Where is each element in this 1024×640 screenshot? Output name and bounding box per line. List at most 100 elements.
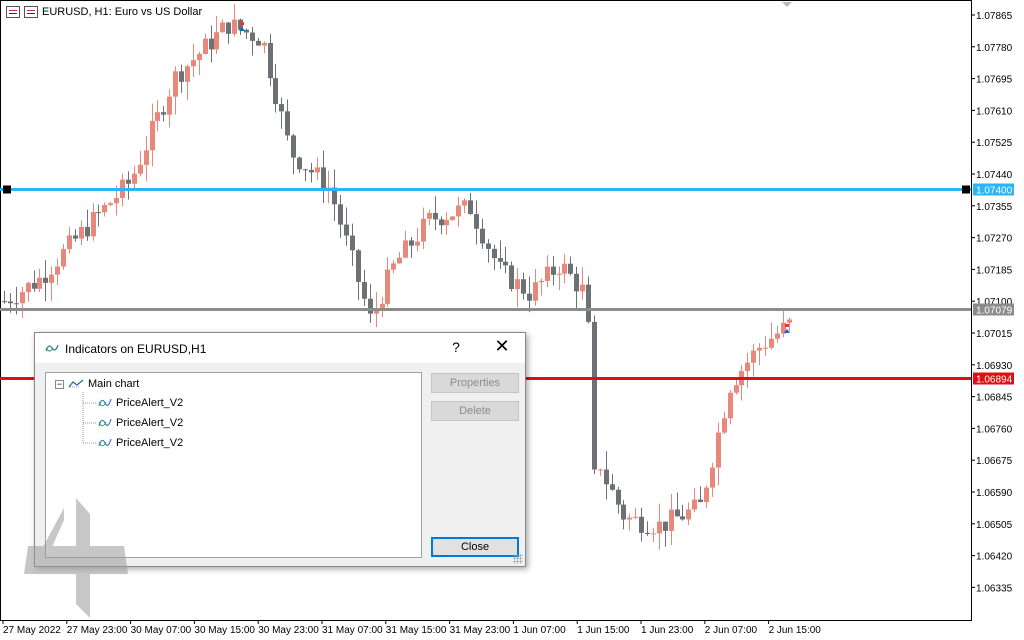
price-axis-label: 1.06675	[976, 456, 1013, 467]
candle-body	[268, 42, 273, 79]
help-button[interactable]: ?	[449, 339, 463, 355]
candle-body	[144, 150, 149, 165]
dialog-title: Indicators on EURUSD,H1	[65, 342, 207, 356]
candle-body	[209, 38, 214, 50]
candle-body	[409, 240, 414, 246]
candle-body	[126, 179, 131, 184]
candle-body	[728, 392, 733, 419]
candle-body	[232, 19, 237, 34]
chart-header: EURUSD, H1: Euro vs US Dollar	[6, 6, 202, 18]
candle-body	[651, 533, 656, 535]
candle-body	[132, 173, 137, 184]
candle-body	[179, 71, 184, 82]
candle-body	[527, 293, 532, 301]
candle-body	[562, 263, 567, 274]
price-axis-label: 1.06760	[976, 424, 1013, 435]
price-axis-label: 1.07185	[976, 265, 1013, 276]
candle-body	[539, 280, 544, 283]
candle-body	[2, 301, 7, 303]
candle-body	[663, 521, 668, 531]
candle-body	[37, 277, 42, 289]
tree-item-indicator[interactable]: PriceAlert_V2	[98, 437, 183, 449]
candle-body	[285, 111, 290, 136]
price-axis-label: 1.07015	[976, 329, 1013, 340]
candle-body	[362, 281, 367, 299]
chart-title: EURUSD, H1: Euro vs US Dollar	[42, 6, 203, 18]
candle-body	[315, 167, 320, 173]
tree-root-label: Main chart	[88, 378, 140, 390]
candle-body	[108, 203, 113, 205]
price-axis-label: 1.06420	[976, 552, 1013, 563]
candle-body	[380, 303, 385, 309]
time-axis-label: 30 May 15:00	[194, 625, 255, 636]
candle-body	[675, 509, 680, 517]
properties-button[interactable]: Properties	[431, 373, 519, 393]
candle-body	[462, 200, 467, 206]
candle-body	[557, 273, 562, 275]
candle-body	[32, 282, 37, 289]
tree-item-indicator[interactable]: PriceAlert_V2	[98, 417, 183, 429]
candle-body	[273, 78, 278, 105]
indicator-label: PriceAlert_V2	[116, 417, 184, 429]
candle-body	[763, 347, 768, 349]
candle-body	[439, 219, 444, 226]
candle-body	[492, 248, 497, 259]
candle-body	[67, 235, 72, 250]
symbol-list-icon[interactable]	[6, 6, 20, 18]
time-axis-label: 30 May 23:00	[258, 625, 319, 636]
time-axis-label: 2 Jun 15:00	[769, 625, 822, 636]
time-axis-label: 30 May 07:00	[131, 625, 192, 636]
indicator-icon	[98, 438, 112, 447]
candle-body	[150, 120, 155, 151]
candle-body	[586, 284, 591, 322]
price-axis-label: 1.07780	[976, 43, 1013, 54]
candle-body	[480, 228, 485, 244]
line-handle-left[interactable]	[3, 185, 11, 194]
candle-body	[787, 319, 792, 323]
price-axis-label: 1.07695	[976, 75, 1013, 86]
candle-body	[291, 135, 296, 158]
candle-body	[456, 205, 461, 217]
tree-item-main-chart[interactable]: − Main chart	[55, 378, 139, 390]
delete-button[interactable]: Delete	[431, 401, 519, 421]
candle-body	[633, 516, 638, 518]
price-alert-line-upper-label: 1.07400	[976, 186, 1013, 197]
candle-body	[385, 269, 390, 304]
line-handle-right[interactable]	[962, 185, 970, 194]
candle-body	[250, 32, 255, 41]
candle-body	[350, 235, 355, 251]
chart-window-icon[interactable]	[24, 6, 38, 18]
close-button[interactable]: Close	[431, 537, 519, 557]
tree-item-indicator[interactable]: PriceAlert_V2	[98, 397, 183, 409]
candle-body	[468, 200, 473, 215]
candle-body	[403, 240, 408, 258]
candle-body	[698, 499, 703, 503]
candle-body	[521, 279, 526, 294]
candle-body	[533, 282, 538, 301]
collapse-icon[interactable]: −	[55, 379, 64, 389]
candle-body	[214, 32, 219, 50]
candle-body	[621, 504, 626, 520]
dialog-titlebar[interactable]: Indicators on EURUSD,H1 ? ✕	[35, 333, 525, 363]
price-axis-label: 1.07355	[976, 202, 1013, 213]
candle-body	[49, 274, 54, 283]
candle-body	[191, 60, 196, 67]
candle-body	[321, 167, 326, 191]
current-price-line-label: 1.07079	[976, 306, 1013, 317]
candle-body	[769, 338, 774, 348]
indicator-icon	[98, 418, 112, 427]
candle-body	[155, 112, 160, 121]
resize-grip[interactable]	[513, 554, 523, 564]
price-axis-label: 1.06590	[976, 488, 1013, 499]
candle-body	[85, 227, 90, 237]
candle-body	[338, 204, 343, 225]
candle-body	[203, 38, 208, 55]
close-icon[interactable]: ✕	[493, 336, 511, 357]
candle-body	[91, 212, 96, 237]
candle-body	[415, 241, 420, 246]
price-axis-label: 1.06335	[976, 583, 1013, 594]
candle-body	[197, 54, 202, 61]
chart-shift-icon[interactable]	[782, 2, 792, 7]
candle-body	[545, 266, 550, 281]
candle-body	[592, 321, 597, 470]
